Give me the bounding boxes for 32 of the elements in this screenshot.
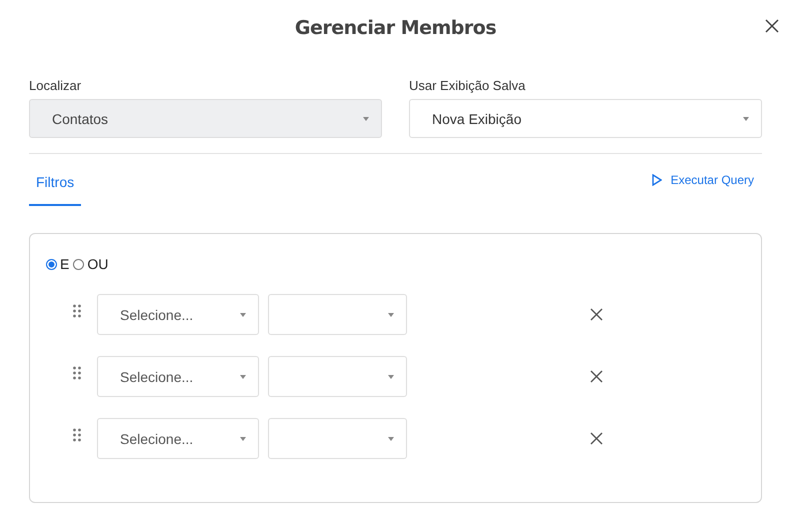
dropdown-field[interactable]: Selecione... bbox=[97, 418, 259, 459]
run-query-button[interactable]: Executar Query bbox=[652, 173, 762, 187]
caret-icon bbox=[388, 436, 394, 440]
caret-icon bbox=[363, 116, 369, 120]
caret-icon bbox=[240, 374, 246, 378]
caret-icon bbox=[388, 312, 394, 316]
close-icon[interactable] bbox=[590, 308, 603, 321]
field-label: Usar Exibição Salva bbox=[409, 78, 526, 93]
caret-icon bbox=[240, 312, 246, 316]
dropdown-field[interactable] bbox=[268, 294, 407, 335]
caret-icon bbox=[388, 374, 394, 378]
dropdown-field[interactable]: Selecione... bbox=[97, 356, 259, 397]
drag-handle-icon[interactable] bbox=[73, 366, 81, 380]
tab[interactable]: Filtros bbox=[29, 156, 82, 206]
play-icon bbox=[652, 174, 662, 186]
radio-label: E bbox=[60, 256, 70, 272]
dropdown-field[interactable] bbox=[268, 418, 407, 459]
radio-button[interactable] bbox=[73, 258, 84, 270]
dropdown-field[interactable]: Nova Exibição bbox=[409, 99, 762, 138]
dropdown-field[interactable] bbox=[268, 356, 407, 397]
field-label: Localizar bbox=[29, 78, 82, 93]
drag-handle-icon[interactable] bbox=[73, 304, 81, 318]
caret-icon bbox=[743, 116, 749, 120]
radio-label: OU bbox=[87, 256, 108, 272]
close-icon[interactable] bbox=[765, 19, 779, 33]
caret-icon bbox=[240, 436, 246, 440]
close-icon[interactable] bbox=[590, 432, 603, 445]
dialog-title: Gerenciar Membros bbox=[294, 17, 496, 39]
drag-handle-icon[interactable] bbox=[73, 428, 81, 442]
radio-button[interactable] bbox=[46, 258, 57, 270]
dropdown-field[interactable]: Selecione... bbox=[97, 294, 259, 335]
close-icon[interactable] bbox=[590, 370, 603, 383]
